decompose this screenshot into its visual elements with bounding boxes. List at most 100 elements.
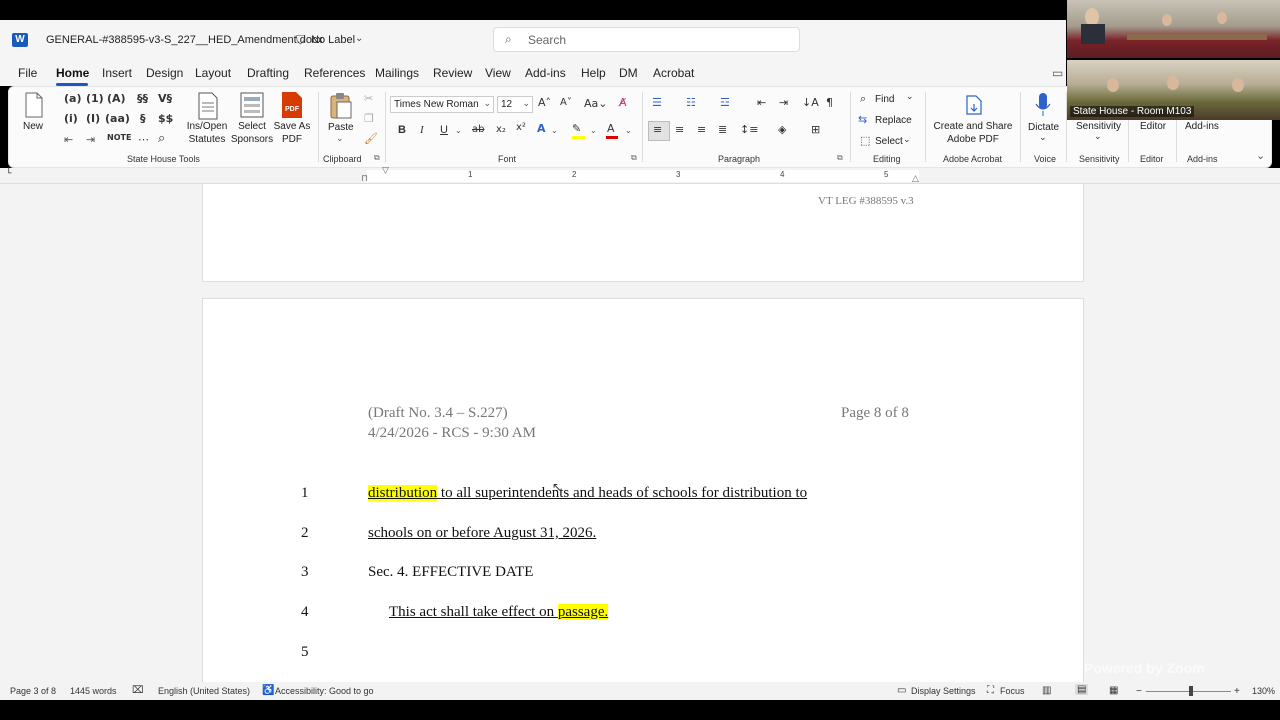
paste-button[interactable]: Paste xyxy=(328,121,354,134)
chevron-down-icon[interactable]: ⌄ xyxy=(1094,132,1102,142)
tab-design[interactable]: Design xyxy=(146,66,183,80)
sponsors-icon[interactable] xyxy=(239,91,265,119)
language-indicator[interactable]: English (United States) xyxy=(158,686,250,696)
left-indent-marker-icon[interactable]: ⊓ xyxy=(361,174,368,184)
search-input[interactable]: ⌕ Search xyxy=(493,27,800,52)
select-icon[interactable]: ⬚ xyxy=(860,134,870,147)
tool-aa-paren[interactable]: (aa) xyxy=(105,112,130,125)
bullets-icon[interactable]: ☰ xyxy=(652,96,662,109)
font-launcher-icon[interactable]: ⧉ xyxy=(631,153,637,163)
cut-icon[interactable]: ✂ xyxy=(364,92,373,105)
display-settings-button[interactable]: Display Settings xyxy=(911,686,976,696)
multilevel-list-icon[interactable]: ☲ xyxy=(720,96,730,109)
replace-button[interactable]: Replace xyxy=(875,114,912,127)
superscript-button[interactable]: x² xyxy=(516,122,526,133)
new-button[interactable]: New xyxy=(23,120,43,133)
align-right-icon[interactable]: ≡ xyxy=(697,123,706,136)
chevron-down-icon[interactable]: ⌄ xyxy=(903,135,911,145)
font-name-select[interactable]: Times New Roman ⌄ xyxy=(390,96,494,113)
word-count[interactable]: 1445 words xyxy=(70,686,117,696)
section-heading[interactable]: Sec. 4. EFFECTIVE DATE xyxy=(368,564,533,581)
replace-icon[interactable]: ⇆ xyxy=(858,113,867,126)
tool-dollars[interactable]: $$ xyxy=(158,112,173,125)
chevron-down-icon[interactable]: ⌄ xyxy=(355,33,363,44)
tab-home[interactable]: Home xyxy=(56,66,89,80)
shading-icon[interactable]: ◈ xyxy=(778,123,786,136)
zoom-in-icon[interactable]: + xyxy=(1234,686,1240,697)
find-button[interactable]: Find xyxy=(875,93,894,106)
print-layout-icon[interactable]: ▤ xyxy=(1075,684,1089,695)
zoom-out-icon[interactable]: − xyxy=(1136,686,1142,697)
tool-vs[interactable]: V§ xyxy=(158,92,172,105)
tool-I-paren[interactable]: (I) xyxy=(86,112,100,125)
subscript-button[interactable]: x₂ xyxy=(496,124,506,135)
tool-section-section[interactable]: §§ xyxy=(137,92,148,105)
format-painter-icon[interactable]: 🖌 xyxy=(364,132,378,145)
focus-button[interactable]: Focus xyxy=(1000,686,1025,696)
display-settings-icon[interactable]: ▭ xyxy=(897,685,906,696)
sensitivity-label[interactable]: No Label xyxy=(311,34,355,46)
tab-help[interactable]: Help xyxy=(581,66,606,80)
tool-A-paren[interactable]: (A) xyxy=(107,92,126,105)
indent-tool-icon[interactable]: ⇥ xyxy=(86,133,95,146)
chevron-down-icon[interactable]: ⌄ xyxy=(551,126,558,135)
sort-icon[interactable]: ↓A xyxy=(802,96,819,109)
find-icon[interactable]: ⌕ xyxy=(860,92,866,106)
previous-page[interactable]: VT LEG #388595 v.3 xyxy=(202,184,1084,282)
sensitivity-label-icon[interactable]: ⛉ xyxy=(296,33,305,48)
decrease-indent-icon[interactable]: ⇤ xyxy=(757,96,766,109)
strikethrough-button[interactable]: ab xyxy=(472,124,484,135)
tab-layout[interactable]: Layout xyxy=(195,66,231,80)
tab-references[interactable]: References xyxy=(304,66,365,80)
increase-indent-icon[interactable]: ⇥ xyxy=(779,96,788,109)
proofing-icon[interactable]: ⌧ xyxy=(132,685,144,696)
grow-font-icon[interactable]: A˄ xyxy=(538,96,551,109)
ellipsis-tool-icon[interactable]: ⋯ xyxy=(138,133,149,146)
tab-dm[interactable]: DM xyxy=(619,66,638,80)
tab-insert[interactable]: Insert xyxy=(102,66,132,80)
editor-button[interactable]: Editor xyxy=(1140,120,1166,133)
clipboard-launcher-icon[interactable]: ⧉ xyxy=(374,153,380,163)
document-line[interactable]: schools on or before August 31, 2026. xyxy=(368,525,596,542)
accessibility-status[interactable]: Accessibility: Good to go xyxy=(275,686,374,696)
select-button[interactable]: Select xyxy=(875,135,903,148)
tool-1-paren[interactable]: (1) xyxy=(86,92,104,105)
tab-drafting[interactable]: Drafting xyxy=(247,66,289,80)
first-line-indent-marker-icon[interactable]: ▽ xyxy=(382,166,389,176)
accessibility-icon[interactable]: ♿ xyxy=(262,685,274,696)
read-mode-icon[interactable]: ▥ xyxy=(1042,685,1051,696)
tab-acrobat[interactable]: Acrobat xyxy=(653,66,694,80)
paste-dropdown-icon[interactable]: ⌄ xyxy=(336,134,344,144)
chevron-down-icon[interactable]: ⌄ xyxy=(455,126,462,135)
tab-view[interactable]: View xyxy=(485,66,511,80)
paste-icon[interactable] xyxy=(328,92,354,120)
pdf-icon[interactable]: PDF xyxy=(280,91,304,119)
bold-button[interactable]: B xyxy=(398,124,406,136)
numbering-icon[interactable]: ☷ xyxy=(686,96,696,109)
justify-icon[interactable]: ≣ xyxy=(718,123,727,136)
document-line[interactable]: distribution to all superintendents and … xyxy=(368,485,807,502)
clear-formatting-icon[interactable]: A̸ xyxy=(619,96,627,109)
tool-note[interactable]: NOTE xyxy=(107,133,131,142)
shrink-font-icon[interactable]: A˅ xyxy=(560,97,572,108)
text-effects-icon[interactable]: A xyxy=(537,122,546,135)
document-workspace[interactable]: VT LEG #388595 v.3 (Draft No. 3.4 – S.22… xyxy=(0,184,1280,698)
video-feed-room[interactable]: State House - Room M103 xyxy=(1067,60,1280,120)
chevron-down-icon[interactable]: ⌄ xyxy=(590,126,597,135)
select-sponsors-button[interactable]: Select Sponsors xyxy=(230,120,274,146)
focus-icon[interactable]: ⛶ xyxy=(987,685,994,696)
align-center-icon[interactable]: ≡ xyxy=(675,123,684,136)
font-size-select[interactable]: 12 ⌄ xyxy=(497,96,533,113)
horizontal-ruler[interactable]: └ 1 2 3 4 5 ▽ ⊓ △ xyxy=(0,166,1280,184)
underline-button[interactable]: U xyxy=(440,124,448,136)
tab-add-ins[interactable]: Add-ins xyxy=(525,66,566,80)
highlight-color-icon[interactable]: ✎ xyxy=(572,122,581,135)
create-pdf-icon[interactable] xyxy=(964,94,984,116)
outdent-tool-icon[interactable]: ⇤ xyxy=(64,133,73,146)
copy-icon[interactable]: ❐ xyxy=(364,112,374,125)
search-tool-icon[interactable]: ⌕ xyxy=(158,131,165,146)
web-layout-icon[interactable]: ▦ xyxy=(1109,685,1118,696)
add-ins-button[interactable]: Add-ins xyxy=(1185,120,1219,133)
save-as-pdf-button[interactable]: Save As PDF xyxy=(273,120,311,146)
show-marks-icon[interactable]: ¶ xyxy=(826,96,833,109)
